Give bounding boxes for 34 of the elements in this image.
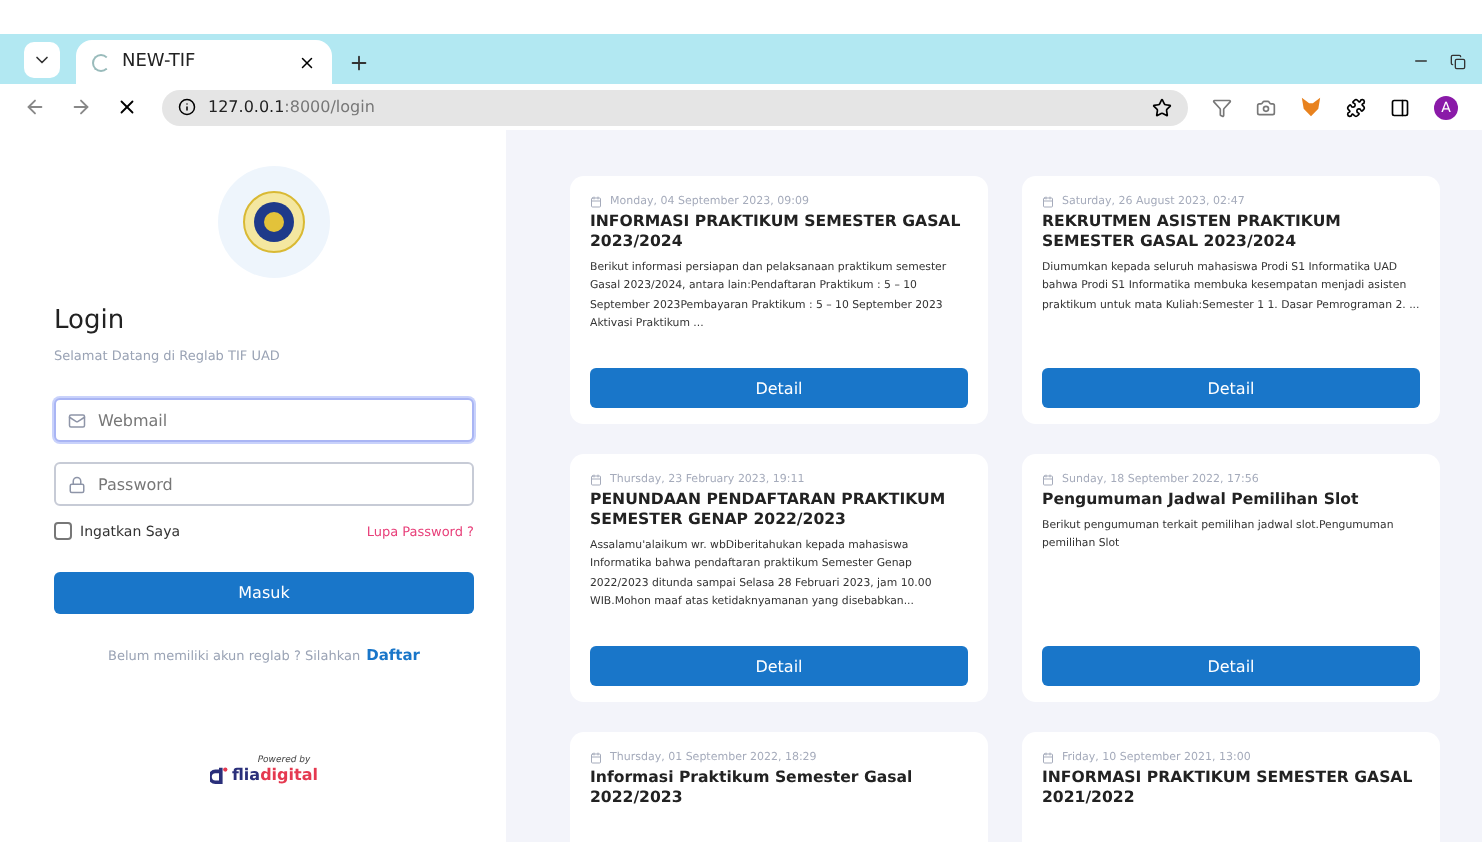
university-emblem-icon bbox=[242, 190, 306, 254]
camera-icon[interactable] bbox=[1256, 97, 1276, 117]
detail-button[interactable]: Detail bbox=[590, 646, 968, 686]
webmail-field[interactable]: Webmail bbox=[54, 398, 474, 442]
detail-button[interactable]: Detail bbox=[1042, 368, 1420, 408]
bookmark-star-icon[interactable] bbox=[1152, 97, 1172, 117]
brand-name: fliadigital bbox=[232, 766, 318, 784]
stop-icon[interactable] bbox=[116, 96, 138, 118]
calendar-icon bbox=[1042, 474, 1054, 486]
forward-icon[interactable] bbox=[70, 96, 92, 118]
address-bar[interactable]: 127.0.0.1:8000/login bbox=[162, 89, 1188, 125]
back-icon[interactable] bbox=[24, 96, 46, 118]
new-tab-icon[interactable] bbox=[348, 52, 370, 74]
login-title: Login bbox=[54, 306, 127, 336]
restore-icon[interactable] bbox=[1450, 53, 1466, 69]
calendar-icon bbox=[590, 196, 602, 208]
funnel-icon[interactable] bbox=[1212, 97, 1232, 117]
brand-logo-icon bbox=[210, 766, 228, 784]
calendar-icon bbox=[1042, 752, 1054, 764]
password-field[interactable]: Password bbox=[54, 462, 474, 506]
detail-button[interactable]: Detail bbox=[590, 368, 968, 408]
side-panel-icon[interactable] bbox=[1390, 97, 1410, 117]
info-icon[interactable] bbox=[178, 98, 196, 116]
calendar-icon bbox=[590, 474, 602, 486]
detail-button[interactable]: Detail bbox=[1042, 646, 1420, 686]
login-button[interactable]: Masuk bbox=[54, 572, 474, 614]
mail-icon bbox=[68, 412, 86, 430]
calendar-icon bbox=[1042, 196, 1054, 208]
lock-icon bbox=[68, 476, 86, 494]
extensions-icon[interactable] bbox=[1346, 97, 1366, 117]
browser-tab[interactable]: NEW-TIF bbox=[76, 40, 332, 84]
fox-icon[interactable] bbox=[1300, 96, 1322, 118]
calendar-icon bbox=[590, 752, 602, 764]
close-icon[interactable] bbox=[298, 53, 316, 71]
